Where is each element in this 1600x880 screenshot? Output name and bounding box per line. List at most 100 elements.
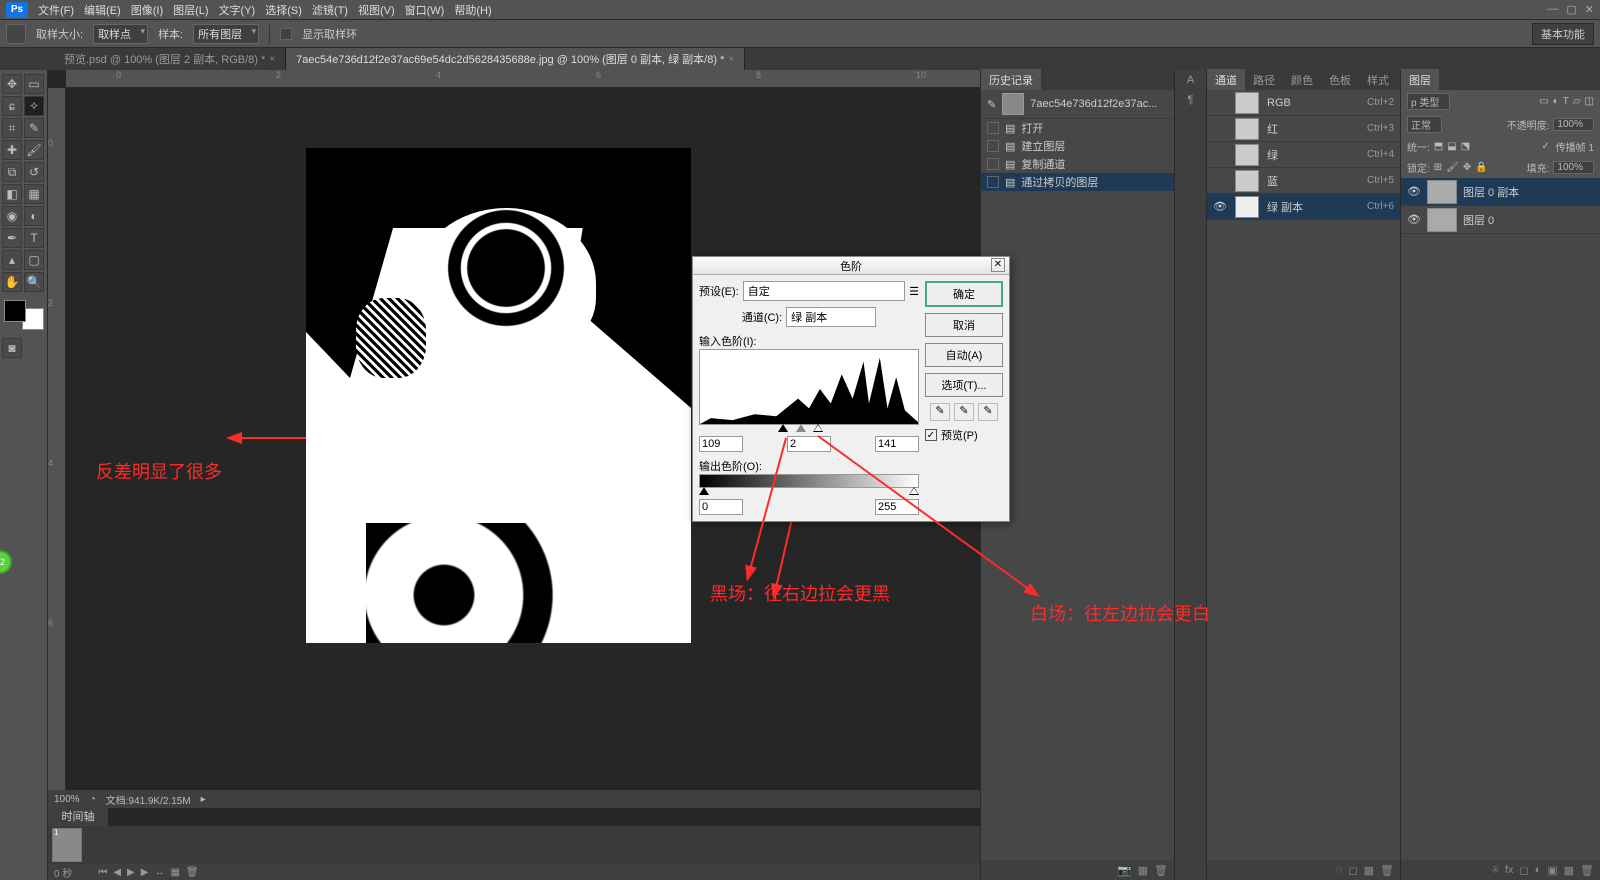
tl-play-icon[interactable]: ▶ bbox=[127, 867, 135, 878]
new-layer-icon[interactable]: ▦ bbox=[1564, 864, 1574, 877]
out-black-handle[interactable] bbox=[699, 487, 709, 495]
menu-window[interactable]: 窗口(W) bbox=[405, 2, 445, 18]
fg-color[interactable] bbox=[4, 300, 26, 322]
lasso-tool[interactable]: ɕ bbox=[2, 96, 22, 116]
visibility-icon[interactable]: 👁 bbox=[1407, 213, 1421, 226]
healing-tool[interactable]: ✚ bbox=[2, 140, 22, 160]
dodge-tool[interactable]: ◐ bbox=[24, 206, 44, 226]
timeline-panel-tab[interactable]: 时间轴 bbox=[48, 808, 108, 826]
load-selection-icon[interactable]: ◌ bbox=[1336, 864, 1343, 876]
visibility-icon[interactable]: 👁 bbox=[1407, 185, 1421, 198]
move-tool[interactable]: ✥ bbox=[2, 74, 22, 94]
styles-tab[interactable]: 样式 bbox=[1359, 69, 1397, 91]
out-white-handle[interactable] bbox=[909, 487, 919, 495]
output-white-field[interactable] bbox=[875, 499, 919, 515]
magic-wand-tool[interactable]: ✧ bbox=[24, 96, 44, 116]
input-black-field[interactable] bbox=[699, 436, 743, 452]
lock-all-icon[interactable]: 🔒 bbox=[1475, 162, 1487, 173]
cancel-button[interactable]: 取消 bbox=[925, 313, 1003, 337]
menu-layer[interactable]: 图层(L) bbox=[173, 2, 208, 18]
tl-tween-icon[interactable]: ↔ bbox=[154, 867, 164, 878]
document-tab-2[interactable]: 7aec54e736d12f2e37ac69e54dc2d5628435688e… bbox=[286, 48, 745, 70]
document-tab-1[interactable]: 预览.psd @ 100% (图层 2 副本, RGB/8) * × bbox=[54, 48, 286, 70]
channel-row-green-copy[interactable]: 👁绿 副本Ctrl+6 bbox=[1207, 194, 1400, 220]
menu-image[interactable]: 图像(I) bbox=[131, 2, 163, 18]
unify-vis-icon[interactable]: ⬓ bbox=[1447, 141, 1456, 152]
trash-icon[interactable]: 🗑 bbox=[1580, 864, 1594, 877]
ok-button[interactable]: 确定 bbox=[925, 281, 1003, 307]
close-icon[interactable]: ✕ bbox=[1585, 3, 1594, 16]
status-icon[interactable]: ◔ bbox=[90, 794, 96, 805]
preview-checkbox[interactable]: ✓ bbox=[925, 429, 937, 441]
history-step[interactable]: ▤建立图层 bbox=[981, 137, 1174, 155]
visibility-icon[interactable]: 👁 bbox=[1213, 200, 1227, 213]
layer-filter-dropdown[interactable]: p 类型 bbox=[1407, 93, 1450, 110]
white-eyedropper-icon[interactable]: ✎ bbox=[978, 403, 998, 421]
tl-first-icon[interactable]: ⏮ bbox=[98, 867, 107, 878]
history-step[interactable]: ▤打开 bbox=[981, 119, 1174, 137]
menu-type[interactable]: 文字(Y) bbox=[219, 2, 256, 18]
color-tab[interactable]: 颜色 bbox=[1283, 69, 1321, 91]
current-tool-icon[interactable] bbox=[6, 24, 26, 44]
fill-field[interactable]: 100% bbox=[1553, 161, 1594, 174]
input-white-field[interactable] bbox=[875, 436, 919, 452]
unify-style-icon[interactable]: ⬔ bbox=[1461, 141, 1470, 152]
menu-edit[interactable]: 编辑(E) bbox=[84, 2, 121, 18]
swatches-tab[interactable]: 色板 bbox=[1321, 69, 1359, 91]
ruler-vertical[interactable]: 0 2 4 6 bbox=[48, 88, 66, 790]
close-icon[interactable]: ✕ bbox=[991, 258, 1005, 272]
levels-dialog[interactable]: 色阶 ✕ 预设(E): 自定 ☰ 通道(C): 绿 副本 输入色阶(I): bbox=[692, 256, 1010, 522]
crop-tool[interactable]: ⌗ bbox=[2, 118, 22, 138]
close-icon[interactable]: × bbox=[728, 54, 734, 65]
sample-size-dropdown[interactable]: 取样点 bbox=[93, 24, 148, 44]
ruler-horizontal[interactable]: 0 2 4 6 8 10 bbox=[66, 70, 980, 88]
camera-icon[interactable]: 📷 bbox=[1118, 864, 1132, 877]
history-step[interactable]: ▤通过拷贝的图层 bbox=[981, 173, 1174, 191]
history-brush-tool[interactable]: ↺ bbox=[24, 162, 44, 182]
brush-tool[interactable]: 🖌 bbox=[24, 140, 44, 160]
output-black-field[interactable] bbox=[699, 499, 743, 515]
lock-paint-icon[interactable]: 🖌 bbox=[1446, 162, 1459, 173]
tl-next-icon[interactable]: ▶ bbox=[141, 867, 149, 878]
marquee-tool[interactable]: ▭ bbox=[24, 74, 44, 94]
hand-tool[interactable]: ✋ bbox=[2, 272, 22, 292]
color-swatch[interactable] bbox=[4, 300, 44, 330]
fx-icon[interactable]: fx bbox=[1505, 864, 1514, 876]
menu-filter[interactable]: 滤镜(T) bbox=[312, 2, 348, 18]
menu-select[interactable]: 选择(S) bbox=[265, 2, 302, 18]
doc-info-menu-icon[interactable]: ▸ bbox=[201, 794, 206, 805]
eraser-tool[interactable]: ◧ bbox=[2, 184, 22, 204]
maximize-icon[interactable]: ▢ bbox=[1566, 3, 1576, 16]
gray-point-handle[interactable] bbox=[796, 424, 806, 432]
lock-trans-icon[interactable]: ⊞ bbox=[1434, 162, 1442, 173]
options-button[interactable]: 选项(T)... bbox=[925, 373, 1003, 397]
channels-tab[interactable]: 通道 bbox=[1207, 69, 1245, 91]
menu-file[interactable]: 文件(F) bbox=[38, 2, 74, 18]
history-step[interactable]: ▤复制通道 bbox=[981, 155, 1174, 173]
white-point-handle[interactable] bbox=[813, 424, 823, 432]
close-icon[interactable]: × bbox=[269, 54, 275, 65]
type-tool[interactable]: T bbox=[24, 228, 44, 248]
filter-type-icon[interactable]: T bbox=[1563, 96, 1569, 107]
minimize-icon[interactable]: — bbox=[1547, 3, 1558, 16]
path-select-tool[interactable]: ▴ bbox=[2, 250, 22, 270]
unify-pos-icon[interactable]: ⬒ bbox=[1434, 141, 1443, 152]
gradient-tool[interactable]: ▦ bbox=[24, 184, 44, 204]
menu-view[interactable]: 视图(V) bbox=[358, 2, 395, 18]
black-eyedropper-icon[interactable]: ✎ bbox=[930, 403, 950, 421]
input-slider[interactable] bbox=[699, 424, 919, 434]
channel-row-green[interactable]: 绿Ctrl+4 bbox=[1207, 142, 1400, 168]
history-snapshot[interactable]: ✎ 7aec54e736d12f2e37ac... bbox=[981, 90, 1174, 119]
channel-row-blue[interactable]: 蓝Ctrl+5 bbox=[1207, 168, 1400, 194]
group-icon[interactable]: ▣ bbox=[1547, 864, 1557, 877]
propagate-checkbox[interactable]: ✓ bbox=[1540, 141, 1552, 153]
timeline-frame-1[interactable]: 1 bbox=[52, 828, 82, 862]
new-icon[interactable]: ▦ bbox=[1138, 864, 1148, 877]
gray-eyedropper-icon[interactable]: ✎ bbox=[954, 403, 974, 421]
trash-icon[interactable]: 🗑 bbox=[1380, 864, 1394, 877]
trash-icon[interactable]: 🗑 bbox=[1154, 864, 1168, 877]
link-icon[interactable]: ⍟ bbox=[1492, 864, 1499, 877]
dialog-titlebar[interactable]: 色阶 ✕ bbox=[693, 257, 1009, 275]
preset-menu-icon[interactable]: ☰ bbox=[909, 285, 919, 298]
new-channel-icon[interactable]: ▦ bbox=[1364, 864, 1374, 877]
